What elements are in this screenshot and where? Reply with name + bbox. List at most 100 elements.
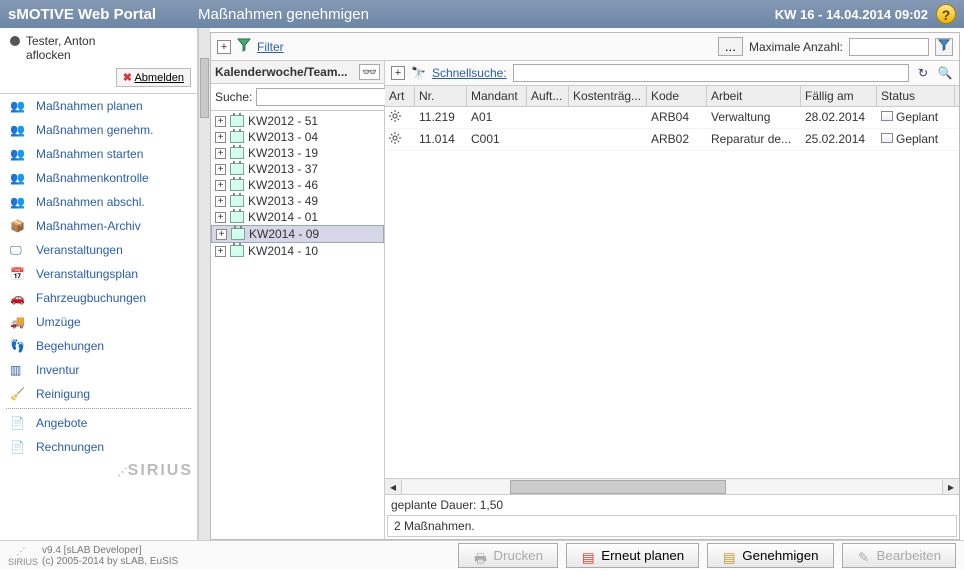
grid-scrollbar[interactable]: ◂ ▸ [385,478,959,494]
quicksearch-input[interactable] [513,64,909,82]
col-arbeit[interactable]: Arbeit [707,86,801,106]
nav-icon: 👥 [10,123,28,137]
filter-link[interactable]: Filter [257,40,284,54]
version-text: v9.4 [sLAB Developer] [42,545,178,556]
nav-icon: 🧹 [10,387,28,401]
expand-icon[interactable]: + [215,116,226,127]
max-count-input[interactable] [849,38,929,56]
nav-item[interactable]: 🖵Veranstaltungen [0,238,197,262]
col-nr[interactable]: Nr. [415,86,467,106]
tree-row[interactable]: +KW2013 - 46 [211,177,384,193]
max-count-label: Maximale Anzahl: [749,40,843,54]
col-kode[interactable]: Kode [647,86,707,106]
expand-icon[interactable]: + [215,164,226,175]
calendar-icon [230,245,244,257]
header-datetime: KW 16 - 14.04.2014 09:02 [775,7,928,22]
status-icon [881,133,893,143]
expand-filter-icon[interactable]: + [217,40,231,54]
expand-icon[interactable]: + [215,246,226,257]
nav-item[interactable]: 📄Rechnungen [0,435,197,459]
calendar-icon [230,195,244,207]
content-area: + Filter ... Maximale Anzahl: Kalenderwo… [210,32,960,540]
col-auftrag[interactable]: Auft... [527,86,569,106]
expand-icon[interactable]: + [215,132,226,143]
calendar-icon [230,147,244,159]
edit-button[interactable]: ✎Bearbeiten [842,543,956,568]
col-mandant[interactable]: Mandant [467,86,527,106]
col-kostentraeger[interactable]: Kostenträg... [569,86,647,106]
nav-icon: 📄 [10,416,28,430]
nav-label: Reinigung [36,387,90,401]
tree-row[interactable]: +KW2013 - 49 [211,193,384,209]
nav-item[interactable]: 🚚Umzüge [0,310,197,334]
nav-item[interactable]: 👥Maßnahmen abschl. [0,190,197,214]
tree-row[interactable]: +KW2014 - 10 [211,243,384,259]
expand-icon[interactable]: + [215,196,226,207]
tree-row[interactable]: + KW2013 - 04 [211,129,384,145]
filter-more-button[interactable]: ... [718,37,743,56]
col-faellig[interactable]: Fällig am [801,86,877,106]
tree-search-icon[interactable]: 👓 [359,64,380,80]
calendar-icon [231,228,245,240]
col-status[interactable]: Status [877,86,955,106]
tree-row[interactable]: +KW2013 - 19 [211,145,384,161]
nav-item[interactable]: 👥Maßnahmenkontrolle [0,166,197,190]
nav-item[interactable]: 🧹 Reinigung [0,382,197,406]
tree-row[interactable]: + KW2014 - 09 [211,225,384,243]
sidebar-scrollbar[interactable] [198,28,210,540]
gear-icon [389,110,401,122]
tree-label: KW2013 - 04 [248,130,318,144]
tree-row[interactable]: +KW2013 - 37 [211,161,384,177]
apply-filter-button[interactable] [935,38,953,56]
nav-label: Umzüge [36,315,81,329]
user-name: Tester, Anton [26,34,95,48]
nav-item[interactable]: 👥Maßnahmen genehm. [0,118,197,142]
scroll-right-icon[interactable]: ▸ [943,480,959,494]
scroll-left-icon[interactable]: ◂ [385,480,401,494]
nav-label: Maßnahmenkontrolle [36,171,149,185]
app-brand: sMOTIVE Web Portal [8,6,198,23]
nav-icon: 🖵 [10,243,28,257]
expand-icon[interactable]: + [216,229,227,240]
tree-pane: Kalenderwoche/Team... 👓 Suche: ▾ +KW2012… [211,61,385,539]
expand-icon[interactable]: + [215,212,226,223]
nav-item[interactable]: ▥Inventur [0,358,197,382]
nav-item[interactable]: 📦Maßnahmen-Archiv [0,214,197,238]
logout-button[interactable]: ✖ Abmelden [116,68,191,87]
help-icon[interactable]: ? [936,4,956,24]
table-row[interactable]: 11.219A01ARB04Verwaltung28.02.2014Geplan… [385,107,959,129]
nav-item[interactable]: 📄Angebote [0,411,197,435]
copyright-text: (c) 2005-2014 by sLAB, EuSIS [42,556,178,567]
approve-button[interactable]: ▤Genehmigen [707,543,833,568]
nav-label: Begehungen [36,339,104,353]
expand-quicksearch-icon[interactable]: + [391,66,405,80]
table-row[interactable]: 11.014C001ARB02Reparatur de...25.02.2014… [385,129,959,151]
nav-label: Maßnahmen abschl. [36,195,145,209]
tree-list: +KW2012 - 51+KW2013 - 04+KW2013 - 19+KW2… [211,111,384,261]
grid-header: Art Nr. Mandant Auft... Kostenträg... Ko… [385,86,959,107]
nav-icon: 📅 [10,267,28,281]
calendar-icon [230,179,244,191]
expand-icon[interactable]: + [215,180,226,191]
search-label: Suche: [215,90,252,104]
expand-icon[interactable]: + [215,148,226,159]
nav-item[interactable]: 🚗Fahrzeugbuchungen [0,286,197,310]
search-icon[interactable]: 🔍 [937,65,953,81]
tree-label: KW2014 - 09 [249,227,319,241]
nav-icon: 👥 [10,99,28,113]
nav-item[interactable]: 👥Maßnahmen planen [0,94,197,118]
quicksearch-link[interactable]: Schnellsuche: [432,66,507,80]
nav-icon: 👣 [10,339,28,353]
tree-row[interactable]: +KW2014 - 01 [211,209,384,225]
calendar-icon [230,163,244,175]
refresh-icon[interactable]: ↻ [915,65,931,81]
nav-item[interactable]: 📅Veranstaltungsplan [0,262,197,286]
nav-item[interactable]: 👥Maßnahmen starten [0,142,197,166]
replan-button[interactable]: ▤Erneut planen [566,543,699,568]
nav-item[interactable]: 👣 Begehungen [0,334,197,358]
print-button[interactable]: 🖶Drucken [458,543,558,568]
tree-row[interactable]: +KW2012 - 51 [211,113,384,129]
col-art[interactable]: Art [385,86,415,106]
nav-label: Maßnahmen starten [36,147,143,161]
nav-label: Rechnungen [36,440,104,454]
